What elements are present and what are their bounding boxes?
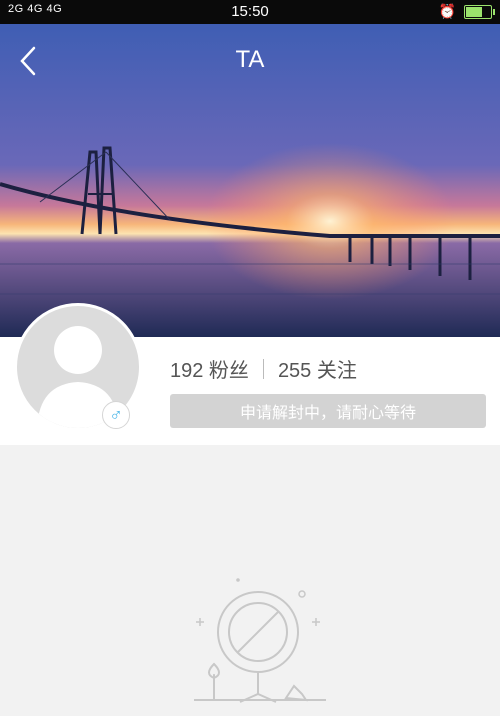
empty-state-illustration <box>190 570 330 711</box>
follow-stats: 192 粉丝 255 关注 <box>170 354 357 383</box>
status-bar: 2G 4G 4G 15:50 ⏰ <box>0 0 500 24</box>
followers-count[interactable]: 192 粉丝 <box>170 354 249 383</box>
stats-divider <box>262 358 264 379</box>
unban-status-button[interactable]: 申请解封中，请耐心等待 <box>170 394 486 428</box>
gender-badge: ♂ <box>102 401 130 429</box>
status-icons: ⏰ <box>438 3 495 20</box>
page-title: TA <box>235 46 265 73</box>
alarm-icon: ⏰ <box>438 3 456 19</box>
header-nav: TA <box>0 24 500 94</box>
battery-icon <box>464 4 495 19</box>
male-icon: ♂ <box>109 404 123 425</box>
following-count[interactable]: 255 关注 <box>278 354 357 383</box>
status-time: 15:50 <box>231 3 269 20</box>
